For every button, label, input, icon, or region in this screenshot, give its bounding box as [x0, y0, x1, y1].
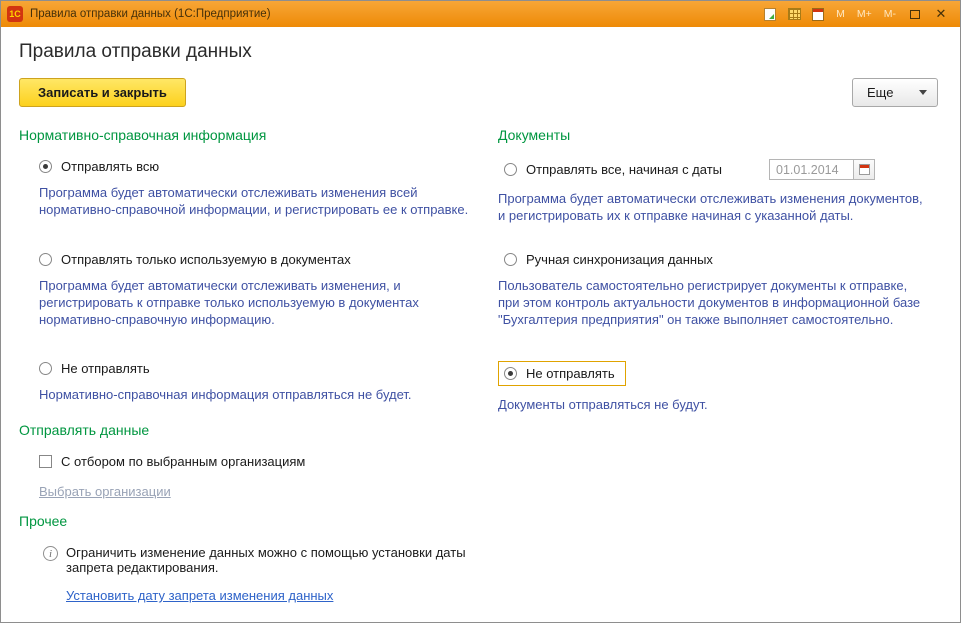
radio-label: Не отправлять [526, 366, 615, 381]
app-window: 1С Правила отправки данных (1С:Предприят… [0, 0, 961, 623]
date-picker-button[interactable] [853, 159, 875, 180]
nsi-option-block-send-all: Отправлять всю Программа будет автоматич… [19, 159, 498, 252]
radio-option-dont-send[interactable]: Не отправлять [39, 361, 498, 376]
memory-m-plus-button[interactable]: М+ [853, 8, 876, 20]
save-and-close-button[interactable]: Записать и закрыть [19, 78, 186, 107]
maximize-button[interactable] [904, 5, 926, 23]
radio-label: Отправлять только используемую в докумен… [61, 252, 351, 267]
calendar-icon [859, 164, 870, 175]
calendar-glyph-icon [812, 8, 824, 21]
section-title-documents: Документы [498, 127, 938, 143]
radio-icon[interactable] [504, 163, 517, 176]
service-link-icon[interactable] [760, 5, 780, 23]
radio-option-send-used[interactable]: Отправлять только используемую в докумен… [39, 252, 498, 267]
radio-label: Отправлять все, начиная с даты [526, 162, 722, 177]
section-title-other: Прочее [19, 513, 498, 529]
select-organizations-link[interactable]: Выбрать организации [39, 484, 171, 499]
window-title: Правила отправки данных (1С:Предприятие) [30, 8, 753, 20]
option-hint: Пользователь самостоятельно регистрирует… [498, 277, 928, 328]
radio-label: Отправлять всю [61, 159, 159, 174]
radio-icon[interactable] [504, 367, 517, 380]
radio-option-send-all[interactable]: Отправлять всю [39, 159, 498, 174]
docs-option-block-send-from-date: Отправлять все, начиная с даты Программа… [498, 159, 938, 252]
more-button[interactable]: Еще [852, 78, 938, 107]
memory-m-button[interactable]: М [832, 8, 849, 20]
titlebar: 1С Правила отправки данных (1С:Предприят… [1, 1, 960, 27]
info-icon: i [43, 546, 58, 561]
docs-option-block-manual-sync: Ручная синхронизация данных Пользователь… [498, 252, 938, 361]
option-hint: Нормативно-справочная информация отправл… [39, 386, 469, 403]
radio-icon[interactable] [504, 253, 517, 266]
send-data-section: Отправлять данные С отбором по выбранным… [19, 422, 498, 499]
maximize-icon [910, 10, 920, 19]
checkbox-icon[interactable] [39, 455, 52, 468]
calculator-icon[interactable] [784, 5, 804, 23]
radio-option-dont-send-docs[interactable]: Не отправлять [498, 361, 626, 386]
calendar-icon[interactable] [808, 5, 828, 23]
section-title-send-data: Отправлять данные [19, 422, 498, 438]
close-button[interactable]: ✕ [930, 5, 952, 23]
page-title: Правила отправки данных [19, 41, 938, 63]
radio-label: Ручная синхронизация данных [526, 252, 713, 267]
nsi-option-block-send-used: Отправлять только используемую в докумен… [19, 252, 498, 361]
right-column: Документы Отправлять все, начиная с даты… [498, 127, 938, 603]
start-date-field [769, 159, 875, 180]
option-hint: Программа будет автоматически отслеживат… [39, 184, 469, 218]
radio-icon[interactable] [39, 160, 52, 173]
radio-icon[interactable] [39, 362, 52, 375]
other-section: Прочее i Ограничить изменение данных мож… [19, 513, 498, 603]
start-date-input[interactable] [769, 159, 853, 180]
memory-m-minus-button[interactable]: М- [880, 8, 900, 20]
radio-option-send-from-date[interactable]: Отправлять все, начиная с даты [504, 159, 938, 180]
option-hint: Программа будет автоматически отслеживат… [39, 277, 469, 328]
grid-icon [788, 8, 801, 20]
option-hint: Документы отправляться не будут. [498, 396, 928, 413]
toolbar: Записать и закрыть Еще [19, 78, 938, 107]
option-hint: Программа будет автоматически отслеживат… [498, 190, 928, 224]
filter-by-orgs-option[interactable]: С отбором по выбранным организациям [39, 454, 498, 469]
columns: Нормативно-справочная информация Отправл… [19, 127, 938, 603]
section-title-nsi: Нормативно-справочная информация [19, 127, 498, 143]
set-edit-restriction-date-link[interactable]: Установить дату запрета изменения данных [66, 588, 333, 603]
1c-logo-icon: 1С [7, 6, 23, 22]
radio-label: Не отправлять [61, 361, 150, 376]
form-content: Правила отправки данных Записать и закры… [1, 27, 960, 622]
radio-option-manual-sync[interactable]: Ручная синхронизация данных [504, 252, 938, 267]
info-text: Ограничить изменение данных можно с помо… [66, 545, 498, 575]
page-icon [764, 8, 776, 21]
titlebar-controls: М М+ М- ✕ [760, 5, 952, 23]
radio-icon[interactable] [39, 253, 52, 266]
left-column: Нормативно-справочная информация Отправл… [19, 127, 498, 603]
info-row: i Ограничить изменение данных можно с по… [43, 545, 498, 575]
more-button-label: Еще [867, 85, 893, 100]
docs-option-block-dont-send: Не отправлять Документы отправляться не … [498, 361, 938, 413]
nsi-option-block-dont-send: Не отправлять Нормативно-справочная инфо… [19, 361, 498, 422]
chevron-down-icon [919, 90, 927, 95]
checkbox-label: С отбором по выбранным организациям [61, 454, 305, 469]
